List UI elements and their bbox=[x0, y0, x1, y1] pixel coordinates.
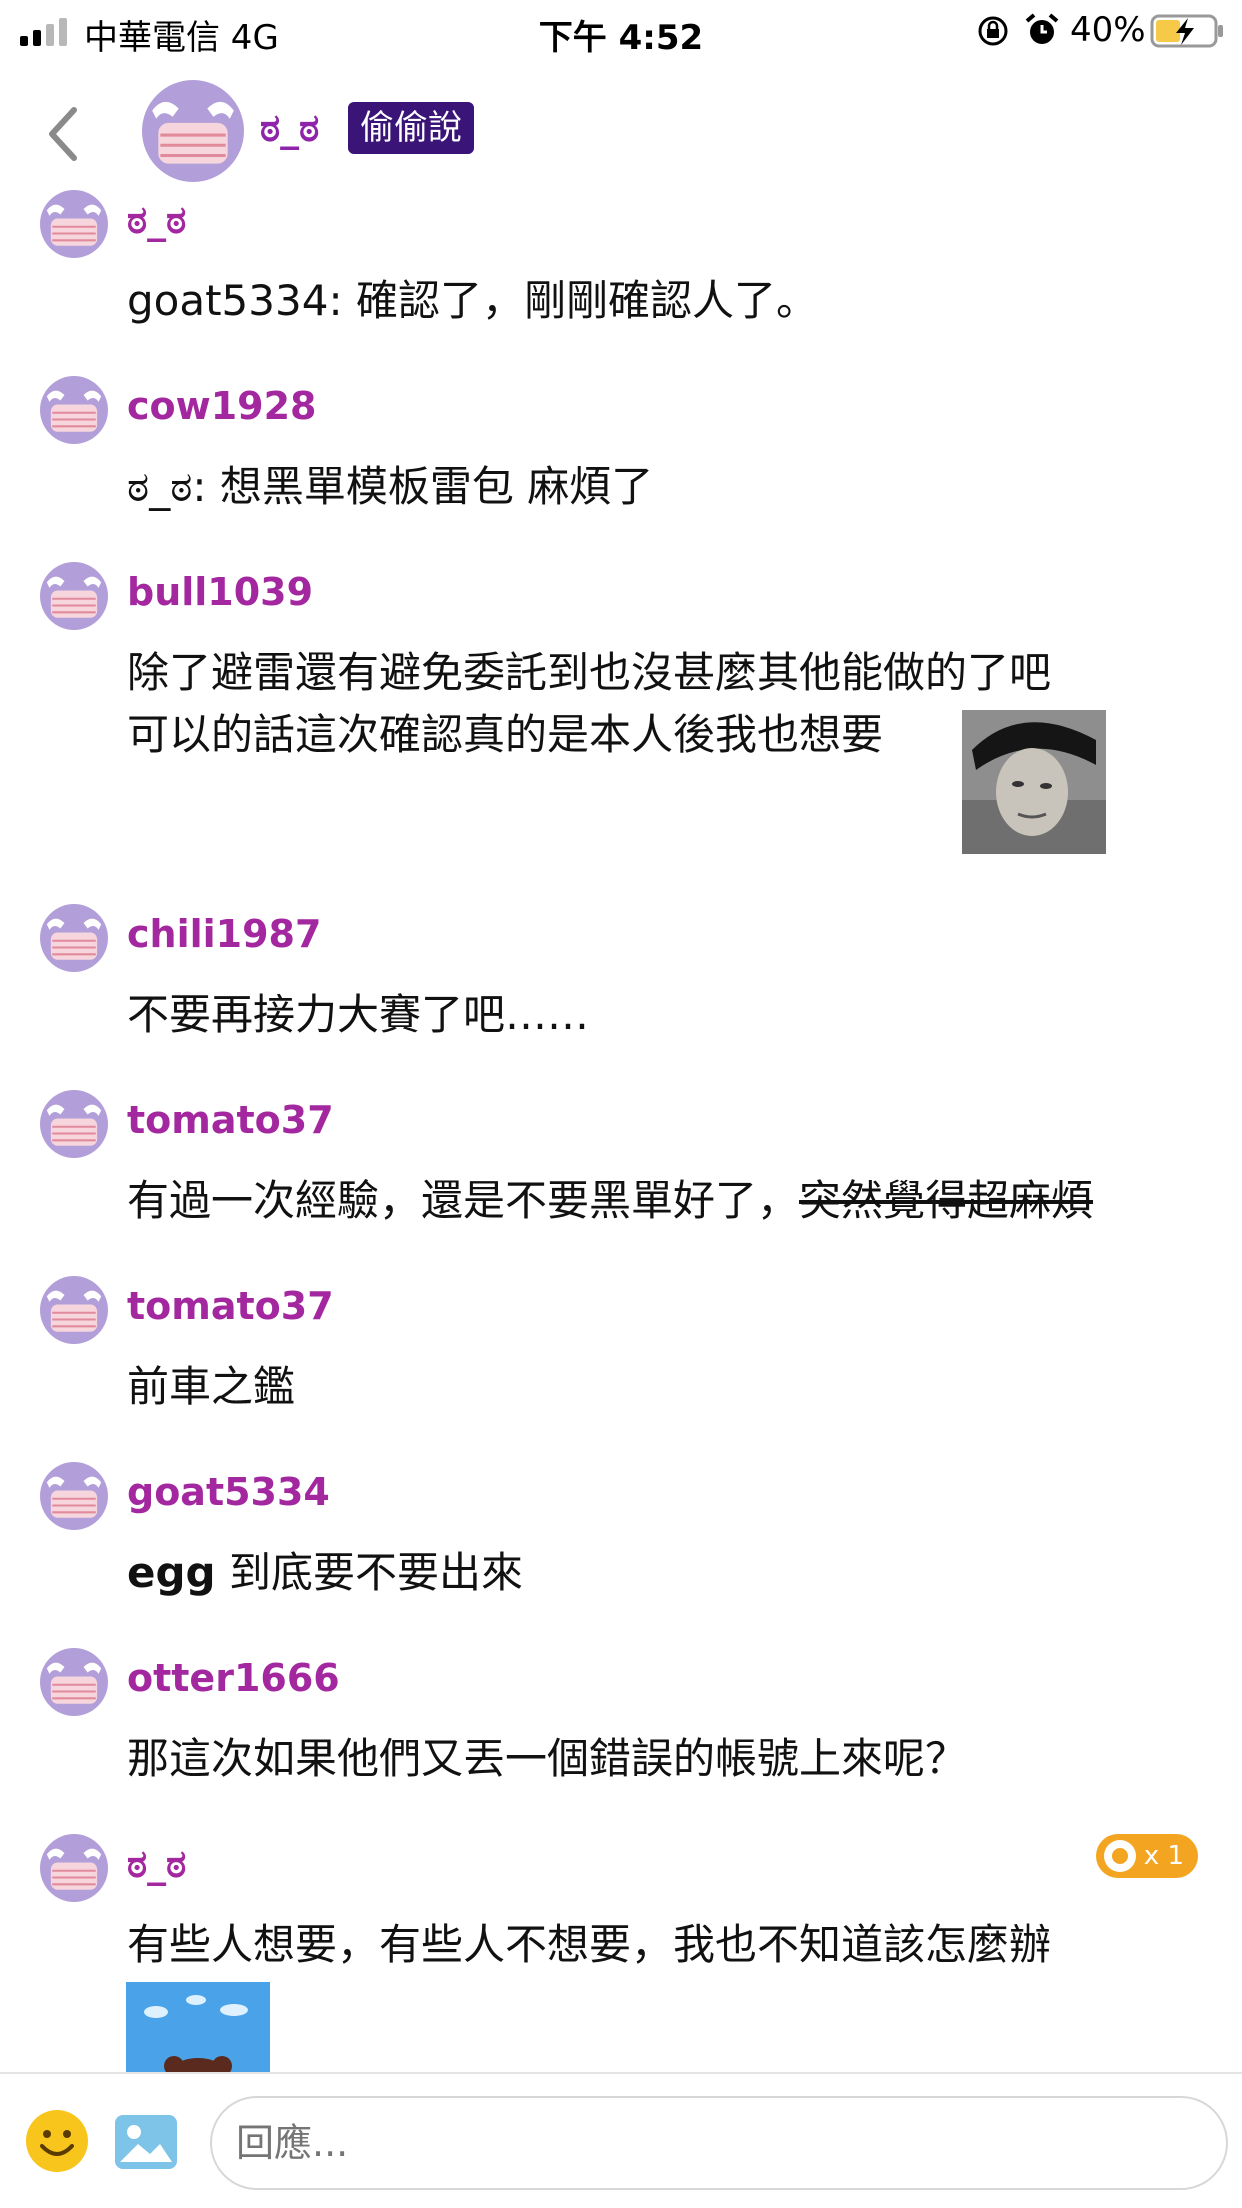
coin-icon bbox=[1103, 1840, 1136, 1872]
lock-rotation-icon bbox=[978, 16, 1008, 46]
emoji-icon[interactable] bbox=[24, 2108, 90, 2174]
reaction-badge[interactable]: x 1 bbox=[1095, 1834, 1198, 1878]
comment-text: 那這次如果他們又丟一個錯誤的帳號上來呢？ bbox=[127, 1734, 968, 1783]
comment-text: 有過一次經驗，還是不要黑單好了，突然覺得超麻煩 bbox=[127, 1170, 1217, 1232]
mention-text[interactable]: egg bbox=[127, 1548, 216, 1597]
comment-username[interactable]: bull1039 bbox=[127, 570, 313, 614]
comment-username[interactable]: cow1928 bbox=[127, 384, 317, 428]
battery-icon bbox=[1150, 14, 1223, 48]
header-avatar[interactable] bbox=[142, 80, 244, 182]
whisper-badge: 偷偷說 bbox=[348, 102, 474, 154]
face-sticker-image[interactable] bbox=[962, 710, 1106, 854]
status-bar: 中華電信 4G 下午 4:52 40% bbox=[0, 0, 1242, 62]
reply-input[interactable] bbox=[210, 2096, 1228, 2190]
battery-percent: 40% bbox=[1070, 10, 1146, 50]
avatar[interactable] bbox=[40, 190, 108, 258]
header-name: ಠ_ಠ bbox=[260, 106, 320, 150]
comment-text: ಠ_ಠ: 想黑單模板雷包 麻煩了 bbox=[127, 462, 654, 511]
comment-text: 不要再接力大賽了吧…… bbox=[127, 990, 590, 1039]
comment-username[interactable]: otter1666 bbox=[127, 1656, 340, 1700]
chat-header: ಠ_ಠ 偷偷說 bbox=[0, 62, 1242, 190]
avatar[interactable] bbox=[40, 376, 108, 444]
avatar[interactable] bbox=[40, 1834, 108, 1902]
avatar[interactable] bbox=[40, 1090, 108, 1158]
avatar[interactable] bbox=[40, 1648, 108, 1716]
comment-username[interactable]: goat5334 bbox=[127, 1470, 330, 1514]
comment-text-strikethrough: 突然覺得超麻煩 bbox=[799, 1176, 1094, 1225]
avatar[interactable] bbox=[40, 904, 108, 972]
comment-username[interactable]: tomato37 bbox=[127, 1098, 334, 1142]
comment-text-rest: 到底要不要出來 bbox=[215, 1548, 523, 1597]
back-icon[interactable] bbox=[44, 104, 80, 164]
alarm-icon bbox=[1025, 13, 1059, 44]
comment-username[interactable]: ಠ_ಠ bbox=[127, 198, 186, 243]
comment-username[interactable]: ಠ_ಠ bbox=[127, 1842, 186, 1887]
reaction-count: x 1 bbox=[1143, 1841, 1184, 1871]
comment-text: goat5334: 確認了，剛剛確認人了。 bbox=[127, 276, 818, 325]
comment-text: 前車之鑑 bbox=[127, 1362, 296, 1411]
avatar[interactable] bbox=[40, 1462, 108, 1530]
comment-text: egg 到底要不要出來 bbox=[127, 1542, 1217, 1604]
avatar[interactable] bbox=[40, 1276, 108, 1344]
comment-list: ಠ_ಠ goat5334: 確認了，剛剛確認人了。 cow1928 ಠ_ಠ: 想… bbox=[0, 190, 1242, 2072]
image-icon[interactable] bbox=[114, 2114, 178, 2170]
comment-username[interactable]: chili1987 bbox=[127, 912, 321, 956]
sticker-image[interactable] bbox=[126, 1982, 270, 2072]
comment-username[interactable]: tomato37 bbox=[127, 1284, 334, 1328]
avatar[interactable] bbox=[40, 562, 108, 630]
comment-line: 除了避雷還有避免委託到也沒甚麼其他能做的了吧 bbox=[127, 648, 1052, 697]
comment-text: 有些人想要，有些人不想要，我也不知道該怎麼辦 bbox=[127, 1920, 1052, 1969]
reply-bar bbox=[0, 2072, 1242, 2208]
comment-text-plain: 有過一次經驗，還是不要黑單好了， bbox=[127, 1176, 800, 1225]
